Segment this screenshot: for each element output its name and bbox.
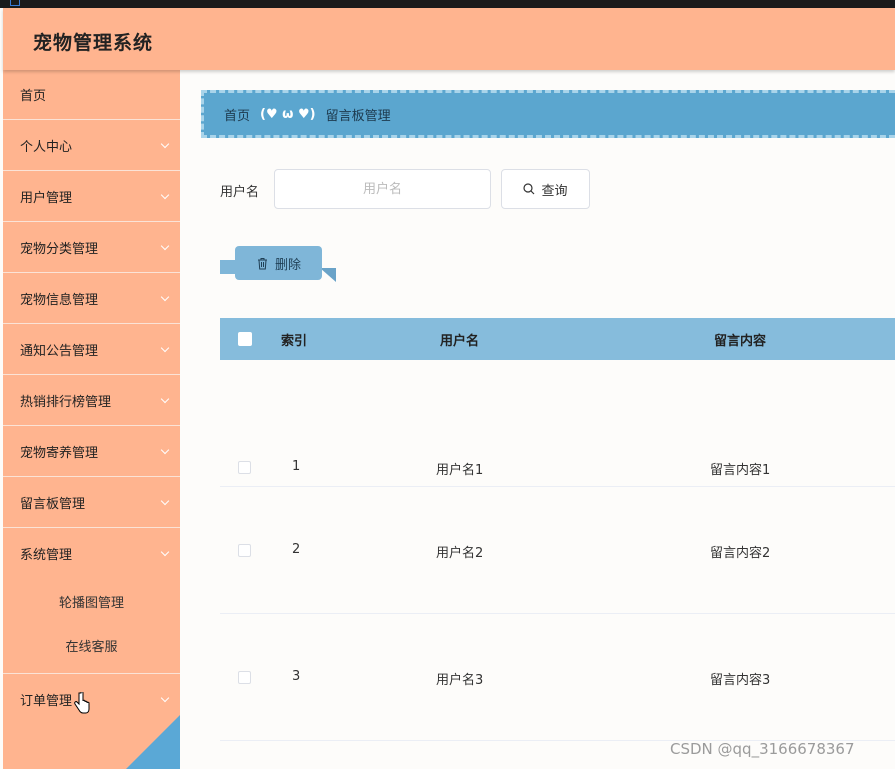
sidebar: 首页 个人中心 用户管理 宠物分类管理 宠物信息管理 通知公告管理 热销排行榜管… (3, 70, 180, 769)
window-icon (10, 0, 20, 6)
chevron-down-icon (160, 292, 170, 302)
watermark: CSDN @qq_3166678367 (670, 740, 855, 758)
cell-content: 留言内容3 (710, 673, 771, 688)
sidebar-item-label: 系统管理 (20, 548, 73, 563)
hand-cursor-icon (74, 692, 90, 714)
sidebar-item-home[interactable]: 首页 (3, 70, 180, 120)
cell-index: 1 (292, 459, 301, 474)
sidebar-item-user-management[interactable]: 用户管理 (3, 171, 180, 222)
sidebar-item-pet-category[interactable]: 宠物分类管理 (3, 222, 180, 273)
delete-button-wrap: 删除 (220, 246, 338, 284)
window-top-strip (0, 0, 895, 8)
sidebar-item-personal-center[interactable]: 个人中心 (3, 120, 180, 171)
sidebar-item-pet-info[interactable]: 宠物信息管理 (3, 273, 180, 324)
column-header-index[interactable]: 索引 (281, 330, 307, 349)
delete-button[interactable]: 删除 (235, 246, 322, 280)
sidebar-item-label: 订单管理 (20, 694, 73, 709)
search-label: 用户名 (220, 185, 260, 200)
chevron-down-icon (160, 139, 170, 149)
sidebar-item-label: 宠物寄养管理 (20, 445, 99, 461)
breadcrumb-separator: (♥ ω ♥) (260, 106, 316, 122)
cell-username: 用户名1 (436, 463, 484, 478)
table-row[interactable]: 2 用户名2 留言内容2 (220, 487, 895, 614)
submenu-item-online-service[interactable]: 在线客服 (3, 623, 180, 667)
chevron-down-icon (160, 190, 170, 200)
sidebar-item-label: 通知公告管理 (20, 343, 99, 359)
system-submenu: 轮播图管理 在线客服 (3, 579, 180, 674)
table-header: 索引 用户名 留言内容 (220, 318, 895, 360)
row-checkbox[interactable] (238, 671, 251, 684)
cell-username: 用户名3 (436, 673, 484, 688)
chevron-down-icon (160, 547, 170, 557)
column-header-username[interactable]: 用户名 (440, 330, 479, 349)
sidebar-item-system[interactable]: 系统管理 (3, 528, 180, 579)
cell-username: 用户名2 (436, 546, 484, 561)
delete-button-label: 删除 (274, 257, 301, 273)
chevron-down-icon (160, 693, 170, 703)
sidebar-item-label: 首页 (20, 89, 47, 104)
search-icon (523, 183, 535, 195)
delete-ribbon-right (320, 268, 336, 282)
breadcrumb-current: 留言板管理 (325, 108, 391, 124)
sidebar-item-label: 宠物信息管理 (20, 292, 99, 308)
chevron-down-icon (160, 445, 170, 455)
trash-icon (257, 257, 267, 269)
sidebar-item-label: 宠物分类管理 (20, 241, 99, 257)
submenu-item-carousel[interactable]: 轮播图管理 (3, 579, 180, 623)
cell-content: 留言内容2 (710, 546, 771, 561)
sidebar-corner-decoration (126, 715, 180, 769)
sidebar-item-label: 留言板管理 (20, 496, 86, 512)
query-button[interactable]: 查询 (501, 169, 590, 209)
chevron-down-icon (160, 496, 170, 506)
username-search-input[interactable] (274, 169, 491, 209)
breadcrumb-home[interactable]: 首页 (224, 105, 250, 124)
cell-content: 留言内容1 (710, 463, 771, 478)
chevron-down-icon (160, 241, 170, 251)
query-button-label: 查询 (541, 183, 568, 199)
sidebar-item-notice[interactable]: 通知公告管理 (3, 324, 180, 375)
cell-index: 3 (292, 669, 301, 684)
chevron-down-icon (160, 343, 170, 353)
row-checkbox[interactable] (238, 461, 251, 474)
message-table: 索引 用户名 留言内容 1 用户名1 留言内容1 2 用户名2 留言内容2 3 … (220, 318, 895, 741)
app-title: 宠物管理系统 (33, 32, 154, 54)
sidebar-item-pet-boarding[interactable]: 宠物寄养管理 (3, 426, 180, 477)
app-header: 宠物管理系统 (3, 8, 895, 70)
sidebar-item-label: 个人中心 (20, 139, 73, 155)
sidebar-item-message-board[interactable]: 留言板管理 (3, 477, 180, 528)
select-all-checkbox[interactable] (238, 332, 252, 346)
sidebar-item-label: 用户管理 (20, 190, 73, 206)
chevron-down-icon (160, 394, 170, 404)
table-row[interactable]: 1 用户名1 留言内容1 (220, 360, 895, 487)
sidebar-item-hot-ranking[interactable]: 热销排行榜管理 (3, 375, 180, 426)
sidebar-item-label: 热销排行榜管理 (20, 394, 112, 410)
column-header-content[interactable]: 留言内容 (714, 330, 766, 349)
cell-index: 2 (292, 542, 301, 557)
table-row[interactable]: 3 用户名3 留言内容3 (220, 614, 895, 741)
row-checkbox[interactable] (238, 544, 251, 557)
breadcrumb: 首页 (♥ ω ♥) 留言板管理 (201, 90, 895, 138)
